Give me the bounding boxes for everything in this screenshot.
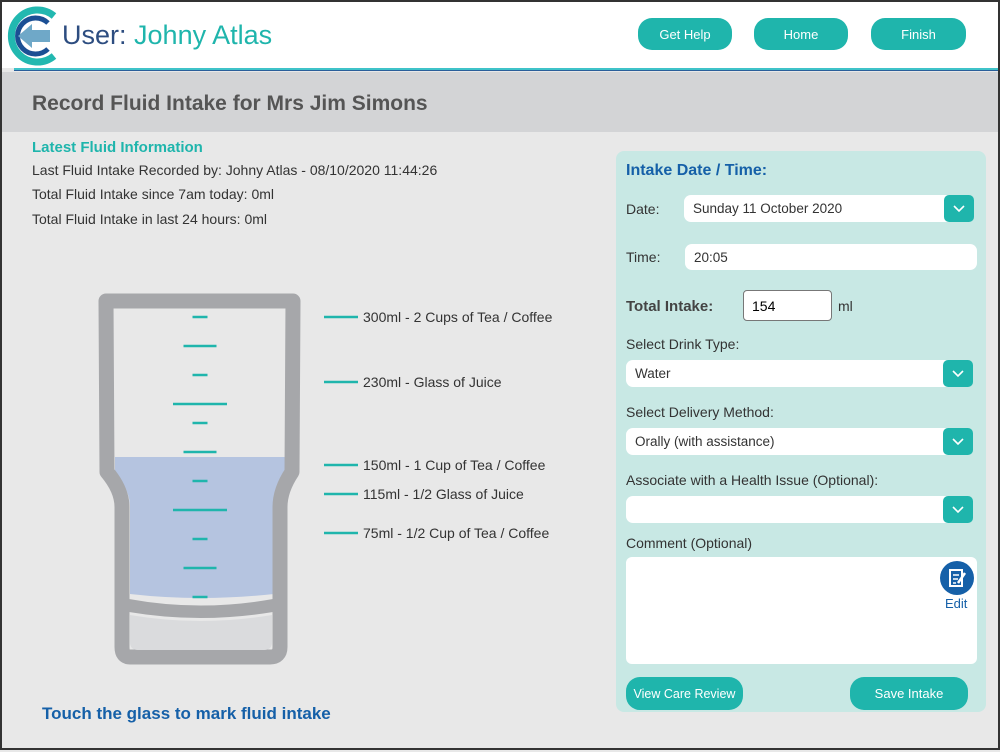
glass-instruction: Touch the glass to mark fluid intake xyxy=(42,704,331,723)
mark-150ml[interactable]: 150ml - 1 Cup of Tea / Coffee xyxy=(363,457,545,473)
edit-label[interactable]: Edit xyxy=(945,596,967,611)
intake-form-panel: Intake Date / Time: Date: Sunday 11 Octo… xyxy=(616,151,986,712)
health-issue-label: Associate with a Health Issue (Optional)… xyxy=(626,472,879,488)
save-intake-button[interactable]: Save Intake xyxy=(850,677,968,710)
date-label: Date: xyxy=(626,201,660,217)
health-issue-select[interactable] xyxy=(626,496,973,523)
unit-label: ml xyxy=(838,298,853,314)
date-value: Sunday 11 October 2020 xyxy=(693,201,843,216)
drink-type-select[interactable]: Water xyxy=(626,360,973,387)
time-label: Time: xyxy=(626,249,661,265)
glass-base xyxy=(130,615,272,650)
mark-75ml[interactable]: 75ml - 1/2 Cup of Tea / Coffee xyxy=(363,525,549,541)
glass-base-line xyxy=(129,599,273,618)
total-intake-input[interactable]: 154 xyxy=(743,290,832,321)
chevron-down-icon[interactable] xyxy=(943,428,973,455)
mark-115ml[interactable]: 115ml - 1/2 Glass of Juice xyxy=(363,486,524,502)
drink-type-label: Select Drink Type: xyxy=(626,336,740,352)
total-intake-label: Total Intake: xyxy=(626,298,714,315)
chevron-down-icon[interactable] xyxy=(943,360,973,387)
time-input[interactable]: 20:05 xyxy=(685,244,977,270)
drink-type-value: Water xyxy=(635,366,671,381)
comment-label: Comment (Optional) xyxy=(626,535,753,551)
water-fill xyxy=(115,457,285,598)
delivery-select[interactable]: Orally (with assistance) xyxy=(626,428,973,455)
chevron-down-icon[interactable] xyxy=(944,195,974,222)
mark-300ml[interactable]: 300ml - 2 Cups of Tea / Coffee xyxy=(363,309,552,325)
chevron-down-icon[interactable] xyxy=(943,496,973,523)
comment-textarea[interactable]: Edit xyxy=(626,557,977,664)
edit-icon[interactable] xyxy=(940,561,974,595)
date-select[interactable]: Sunday 11 October 2020 xyxy=(684,195,974,222)
delivery-value: Orally (with assistance) xyxy=(635,434,775,449)
delivery-label: Select Delivery Method: xyxy=(626,404,774,420)
intake-heading: Intake Date / Time: xyxy=(626,162,768,179)
view-care-review-button[interactable]: View Care Review xyxy=(626,677,743,710)
mark-230ml[interactable]: 230ml - Glass of Juice xyxy=(363,374,502,390)
